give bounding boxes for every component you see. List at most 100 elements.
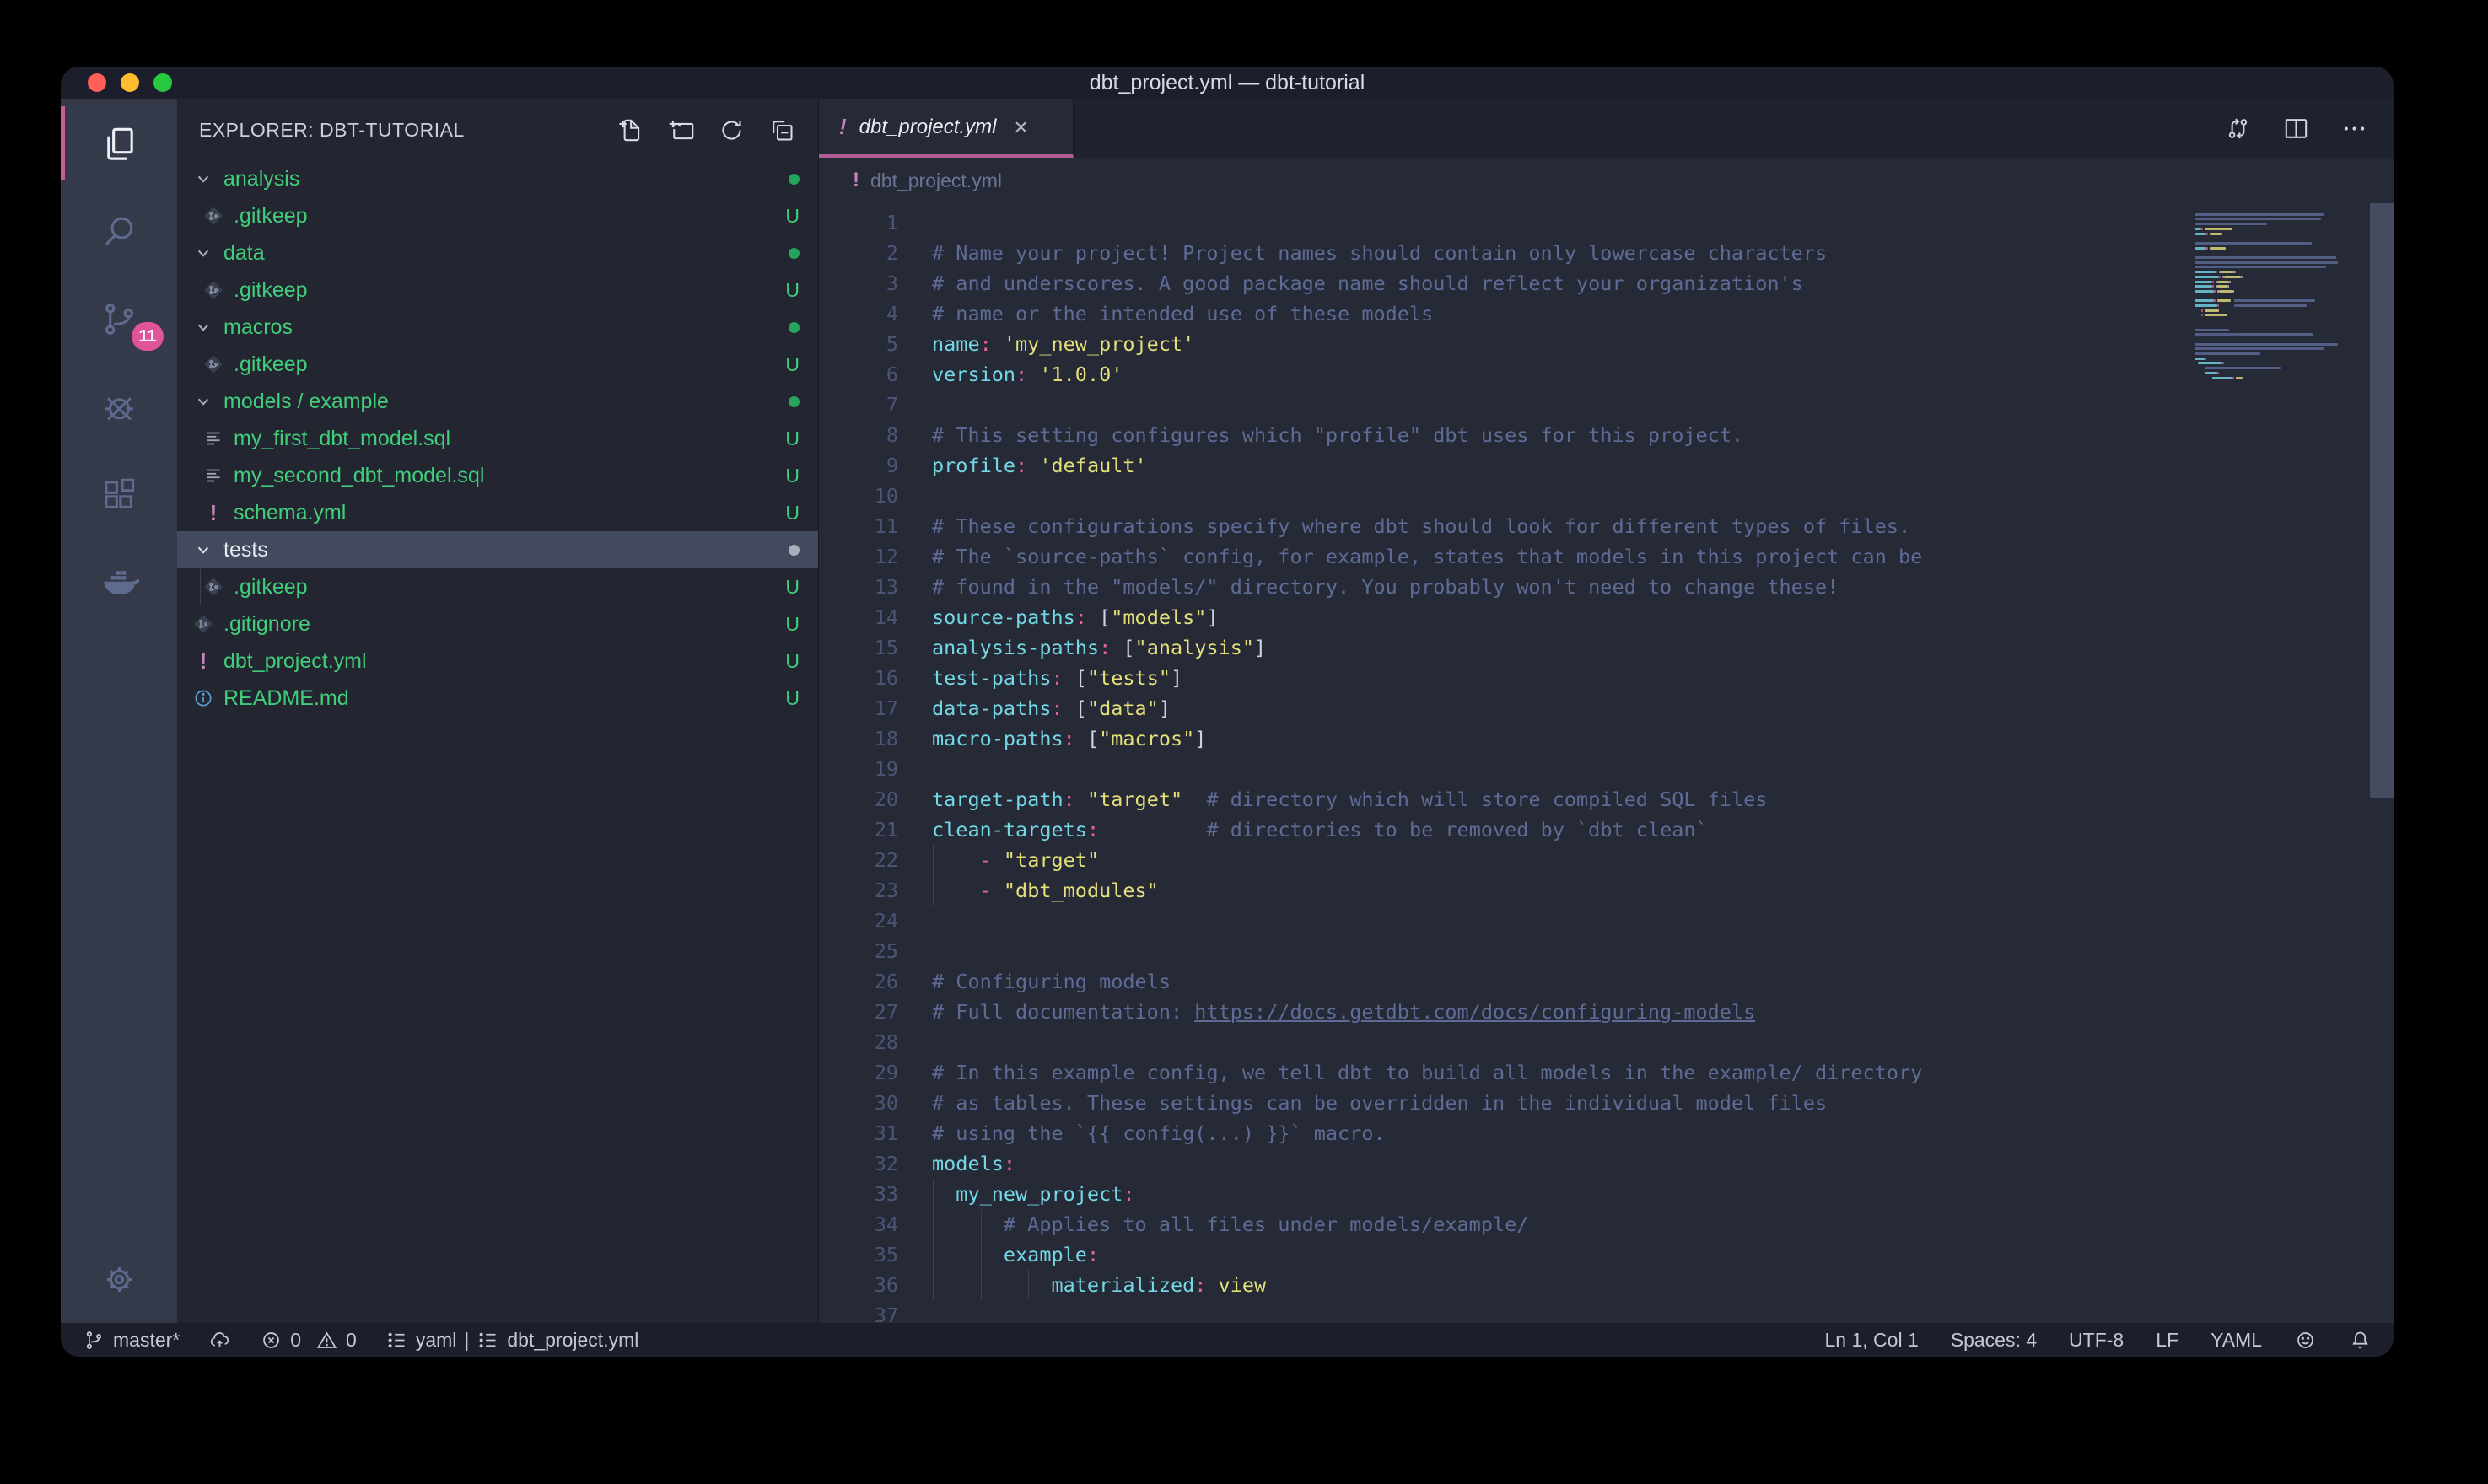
indentation-item[interactable]: Spaces: 4 — [1951, 1329, 2037, 1352]
code-line-13[interactable]: 13# found in the "models/" directory. Yo… — [819, 572, 2394, 602]
tree-file-readme-md[interactable]: README.mdU — [177, 680, 818, 717]
git-branch-item[interactable]: master* — [83, 1329, 180, 1352]
refresh-icon[interactable] — [718, 116, 746, 144]
code-line-31[interactable]: 31# using the `{{ config(...) }}` macro. — [819, 1118, 2394, 1148]
code-line-22[interactable]: 22 - "target" — [819, 845, 2394, 875]
tree-folder-models-example[interactable]: models / example — [177, 383, 818, 420]
code-line-32[interactable]: 32models: — [819, 1148, 2394, 1179]
code-line-28[interactable]: 28 — [819, 1027, 2394, 1057]
code-line-6[interactable]: 6version: '1.0.0' — [819, 359, 2394, 390]
activity-explorer-button[interactable] — [61, 99, 177, 187]
line-content: # In this example config, we tell dbt to… — [932, 1057, 1922, 1088]
tree-file-my-second-dbt-model-sql[interactable]: my_second_dbt_model.sqlU — [177, 457, 818, 494]
tree-file--gitkeep[interactable]: .gitkeepU — [177, 568, 818, 605]
minimap-line — [2195, 372, 2219, 374]
code-line-21[interactable]: 21clean-targets: # directories to be rem… — [819, 815, 2394, 845]
tab-dbt-project-yml[interactable]: ! dbt_project.yml × — [819, 99, 1074, 158]
line-number: 4 — [819, 298, 898, 329]
code-line-5[interactable]: 5name: 'my_new_project' — [819, 329, 2394, 359]
indent-guide — [981, 1209, 982, 1239]
git-file-icon — [202, 205, 224, 227]
code-line-4[interactable]: 4# name or the intended use of these mod… — [819, 298, 2394, 329]
cursor-position-item[interactable]: Ln 1, Col 1 — [1825, 1329, 1919, 1352]
tree-folder-macros[interactable]: macros — [177, 309, 818, 346]
tree-file-schema-yml[interactable]: !schema.ymlU — [177, 494, 818, 531]
more-actions-icon[interactable] — [2340, 115, 2368, 142]
code-line-37[interactable]: 37 — [819, 1300, 2394, 1323]
code-line-24[interactable]: 24 — [819, 906, 2394, 936]
open-changes-icon[interactable] — [2224, 115, 2252, 142]
code-line-8[interactable]: 8# This setting configures which "profil… — [819, 420, 2394, 450]
split-editor-icon[interactable] — [2282, 115, 2310, 142]
activity-extensions-button[interactable] — [61, 450, 177, 538]
line-number: 34 — [819, 1209, 898, 1239]
tree-folder-data[interactable]: data — [177, 234, 818, 272]
tree-folder-tests[interactable]: tests — [177, 531, 818, 568]
git-untracked-badge: U — [785, 205, 800, 228]
source-control-badge: 11 — [132, 322, 164, 351]
sync-changes-item[interactable] — [208, 1329, 231, 1352]
activity-search-button[interactable] — [61, 187, 177, 275]
tree-folder-analysis[interactable]: analysis — [177, 160, 818, 197]
language-item[interactable]: YAML — [2211, 1329, 2262, 1352]
tree-file-my-first-dbt-model-sql[interactable]: my_first_dbt_model.sqlU — [177, 420, 818, 457]
collapse-all-icon[interactable] — [768, 116, 796, 144]
code-editor[interactable]: 12# Name your project! Project names sho… — [819, 203, 2394, 1323]
line-number: 15 — [819, 632, 898, 663]
code-line-20[interactable]: 20target-path: "target" # directory whic… — [819, 784, 2394, 815]
code-line-25[interactable]: 25 — [819, 936, 2394, 966]
new-file-icon[interactable] — [617, 116, 644, 144]
activity-docker-button[interactable] — [61, 538, 177, 626]
tree-file--gitkeep[interactable]: .gitkeepU — [177, 272, 818, 309]
breadcrumb[interactable]: ! dbt_project.yml — [819, 158, 2394, 203]
editor-mode-item[interactable]: yaml | dbt_project.yml — [385, 1329, 639, 1352]
tab-close-icon[interactable]: × — [1014, 114, 1027, 141]
code-line-34[interactable]: 34 # Applies to all files under models/e… — [819, 1209, 2394, 1239]
scrollbar-thumb[interactable] — [2370, 203, 2394, 798]
code-line-14[interactable]: 14source-paths: ["models"] — [819, 602, 2394, 632]
tree-file--gitignore[interactable]: .gitignoreU — [177, 605, 818, 643]
line-content: example: — [932, 1239, 1099, 1270]
problems-item[interactable]: 0 0 — [260, 1329, 357, 1352]
code-line-11[interactable]: 11# These configurations specify where d… — [819, 511, 2394, 541]
tree-file--gitkeep[interactable]: .gitkeepU — [177, 346, 818, 383]
activity-source-control-button[interactable]: 11 — [61, 275, 177, 363]
code-line-27[interactable]: 27# Full documentation: https://docs.get… — [819, 997, 2394, 1027]
code-line-18[interactable]: 18macro-paths: ["macros"] — [819, 723, 2394, 754]
code-line-35[interactable]: 35 example: — [819, 1239, 2394, 1270]
editor-scrollbar[interactable] — [2370, 203, 2394, 1323]
code-line-12[interactable]: 12# The `source-paths` config, for examp… — [819, 541, 2394, 572]
code-line-2[interactable]: 2# Name your project! Project names shou… — [819, 238, 2394, 268]
code-line-10[interactable]: 10 — [819, 481, 2394, 511]
breadcrumb-file-label[interactable]: dbt_project.yml — [870, 169, 1002, 192]
code-line-29[interactable]: 29# In this example config, we tell dbt … — [819, 1057, 2394, 1088]
code-line-16[interactable]: 16test-paths: ["tests"] — [819, 663, 2394, 693]
code-line-36[interactable]: 36 materialized: view — [819, 1270, 2394, 1300]
code-line-33[interactable]: 33 my_new_project: — [819, 1179, 2394, 1209]
code-line-1[interactable]: 1 — [819, 207, 2394, 238]
code-line-26[interactable]: 26# Configuring models — [819, 966, 2394, 997]
code-line-19[interactable]: 19 — [819, 754, 2394, 784]
code-line-9[interactable]: 9profile: 'default' — [819, 450, 2394, 481]
code-line-3[interactable]: 3# and underscores. A good package name … — [819, 268, 2394, 298]
tree-file-dbt-project-yml[interactable]: !dbt_project.ymlU — [177, 643, 818, 680]
tree-file--gitkeep[interactable]: .gitkeepU — [177, 197, 818, 234]
yaml-warning-icon: ! — [200, 648, 207, 675]
code-line-17[interactable]: 17data-paths: ["data"] — [819, 693, 2394, 723]
code-line-7[interactable]: 7 — [819, 390, 2394, 420]
line-number: 10 — [819, 481, 898, 511]
minimap-line — [2195, 218, 2321, 220]
new-folder-icon[interactable] — [667, 116, 695, 144]
chevron-down-icon — [192, 316, 214, 338]
minimap-line — [2195, 271, 2236, 273]
code-line-15[interactable]: 15analysis-paths: ["analysis"] — [819, 632, 2394, 663]
line-number: 35 — [819, 1239, 898, 1270]
eol-item[interactable]: LF — [2156, 1329, 2178, 1352]
code-line-23[interactable]: 23 - "dbt_modules" — [819, 875, 2394, 906]
code-line-30[interactable]: 30# as tables. These settings can be ove… — [819, 1088, 2394, 1118]
activity-settings-button[interactable] — [61, 1235, 177, 1323]
notifications-item[interactable] — [2349, 1329, 2372, 1352]
encoding-item[interactable]: UTF-8 — [2069, 1329, 2124, 1352]
feedback-item[interactable] — [2294, 1329, 2317, 1352]
activity-debug-button[interactable] — [61, 363, 177, 450]
